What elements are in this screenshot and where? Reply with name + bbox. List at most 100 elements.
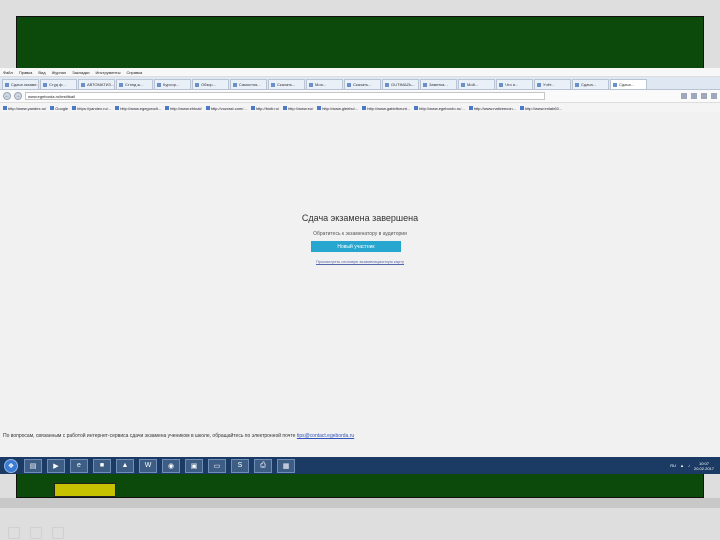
browser-tab[interactable]: Что и... [496, 79, 533, 89]
bookmark-item[interactable]: http://www.ehtcat/ [165, 106, 202, 111]
network-icon[interactable]: ▲ [680, 463, 684, 468]
bookmark-item[interactable]: https://yandex.ru/... [72, 106, 111, 111]
toolbar-icons [681, 93, 717, 99]
system-tray: RU ▲ ♪ 10:07 20.02.2017 [670, 461, 720, 471]
bookmark-item[interactable]: http://www.eu/ [283, 106, 313, 111]
tab-favicon-icon [613, 82, 617, 87]
browser-tab[interactable]: Моя... [306, 79, 343, 89]
menu-tools[interactable]: Инструменты [96, 70, 121, 75]
tab-favicon-icon [461, 82, 465, 87]
browser-tab[interactable]: Обзор... [192, 79, 229, 89]
tab-favicon-icon [347, 82, 351, 87]
tab-favicon-icon [385, 82, 389, 87]
browser-tab[interactable]: Скачать... [344, 79, 381, 89]
download-icon[interactable] [691, 93, 697, 99]
view-exam-card-link[interactable]: Просмотреть итоговую экзаменационную кар… [0, 259, 720, 264]
menu-help[interactable]: Справка [126, 70, 142, 75]
back-icon[interactable]: ← [3, 92, 11, 100]
menu-history[interactable]: Журнал [52, 70, 67, 75]
browser-tab[interactable]: Мой... [458, 79, 495, 89]
menu-bookmarks[interactable]: Закладки [72, 70, 89, 75]
explorer-icon[interactable]: ▤ [24, 458, 42, 473]
page-icon[interactable] [30, 527, 42, 539]
page-content: Сдача экзамена завершена Обратитесь к эк… [0, 112, 720, 457]
browser-tab[interactable]: Стэнд ж... [116, 79, 153, 89]
bookmark-favicon-icon [414, 106, 419, 110]
bookmark-label: http://biofr.ru/ [255, 105, 280, 111]
ie-browser-icon[interactable]: e [70, 458, 88, 473]
tab-bar: Сдача экзаме... Студ ф... АВТОМАТИЗ... Стэн… [0, 77, 720, 90]
bookmark-item[interactable]: http://www.egebordo.ru/... [414, 106, 465, 111]
browser-tab[interactable]: GUTIMAZЬ... [382, 79, 419, 89]
zoom-icon[interactable] [52, 527, 64, 539]
bookmark-label: http://www.gleebo/... [322, 105, 359, 111]
tab-label: Самостоя... [239, 82, 261, 87]
browser-tab[interactable]: Скачать... [268, 79, 305, 89]
bookmark-favicon-icon [250, 106, 255, 110]
avast-icon[interactable]: ▲ [116, 458, 134, 473]
home-icon[interactable] [701, 93, 707, 99]
support-footer: По вопросам, связанным с работой интерне… [3, 433, 354, 439]
bookmark-item[interactable]: http://www.gleebo/... [317, 106, 358, 111]
exam-finished-title: Сдача экзамена завершена [301, 213, 419, 223]
slide-controls [8, 527, 64, 539]
browser-tab[interactable]: Сдача... [572, 79, 609, 89]
firefox-icon[interactable]: ◉ [162, 458, 180, 473]
browser-tab[interactable]: Курсор... [154, 79, 191, 89]
browser-tab[interactable]: Самостоя... [230, 79, 267, 89]
word-icon[interactable]: W [139, 458, 157, 473]
bookmark-item[interactable]: http://www.nativeecon... [468, 106, 516, 111]
notepad-icon[interactable]: ▭ [208, 458, 226, 473]
bookmark-item[interactable]: http://www.enlab63... [519, 106, 562, 111]
media-icon[interactable]: ▶ [47, 458, 65, 473]
pen-icon[interactable] [8, 527, 20, 539]
new-participant-button[interactable]: Новый участник [311, 241, 401, 252]
menu-file[interactable]: Файл [3, 70, 13, 75]
folder-icon[interactable]: ■ [93, 458, 111, 473]
clock[interactable]: 10:07 20.02.2017 [694, 461, 714, 471]
tab-label: Студ ф... [49, 82, 66, 87]
tab-favicon-icon [157, 82, 161, 87]
bookmark-item[interactable]: http://www.gabidforunt... [362, 106, 410, 111]
tab-favicon-icon [537, 82, 541, 87]
bookmark-favicon-icon [165, 106, 170, 110]
bookmark-item[interactable]: http://www.yandex.ru/ [3, 106, 46, 111]
url-input[interactable] [25, 92, 545, 100]
tab-favicon-icon [271, 82, 275, 87]
bookmark-favicon-icon [72, 106, 77, 110]
browser-tab[interactable]: Учёт... [534, 79, 571, 89]
support-text: По вопросам, связанным с работой интерне… [3, 433, 296, 439]
paint-icon[interactable]: ▦ [277, 458, 295, 473]
browser-tab[interactable]: Заметка... [420, 79, 457, 89]
tab-label: Сдача... [581, 82, 597, 87]
tab-favicon-icon [233, 82, 237, 87]
bookmark-label: http://www.yandex.ru/ [8, 105, 47, 111]
start-button[interactable]: ❖ [4, 458, 18, 473]
chalk-eraser [54, 483, 116, 497]
bookmark-item[interactable]: http://biofr.ru/ [250, 105, 280, 111]
winrar-icon[interactable]: ▣ [185, 458, 203, 473]
browser-screenshot: Файл Правка Вид Журнал Закладки Инструме… [0, 68, 720, 474]
bookmark-item[interactable]: Google [50, 106, 68, 111]
bookmark-star-icon[interactable] [681, 93, 687, 99]
tab-label: Стэнд ж... [125, 82, 144, 87]
forward-icon[interactable]: → [14, 92, 22, 100]
language-indicator[interactable]: RU [670, 463, 676, 468]
browser-tab[interactable]: Сдача... [610, 79, 647, 89]
bookmark-item[interactable]: http://www.egegorodt... [115, 106, 161, 111]
tab-favicon-icon [5, 82, 9, 87]
bookmark-favicon-icon [468, 106, 473, 110]
bookmark-label: http://vozrast.com/... [210, 105, 247, 111]
bookmark-item[interactable]: http://vozrast.com/... [205, 105, 247, 111]
skype-icon[interactable]: S [231, 458, 249, 473]
printer-icon[interactable]: ⎙ [254, 458, 272, 473]
menu-view[interactable]: Вид [38, 70, 45, 75]
browser-tab[interactable]: АВТОМАТИЗ... [78, 79, 115, 89]
browser-tab[interactable]: Сдача экзаме... [2, 79, 39, 89]
volume-icon[interactable]: ♪ [688, 463, 690, 468]
browser-tab[interactable]: Студ ф... [40, 79, 77, 89]
menu-icon[interactable] [711, 93, 717, 99]
bookmark-label: http://www.gabidforunt... [367, 105, 411, 111]
menu-edit[interactable]: Правка [19, 70, 33, 75]
support-email-link[interactable]: tips@contact.egeborda.ru [297, 433, 354, 439]
